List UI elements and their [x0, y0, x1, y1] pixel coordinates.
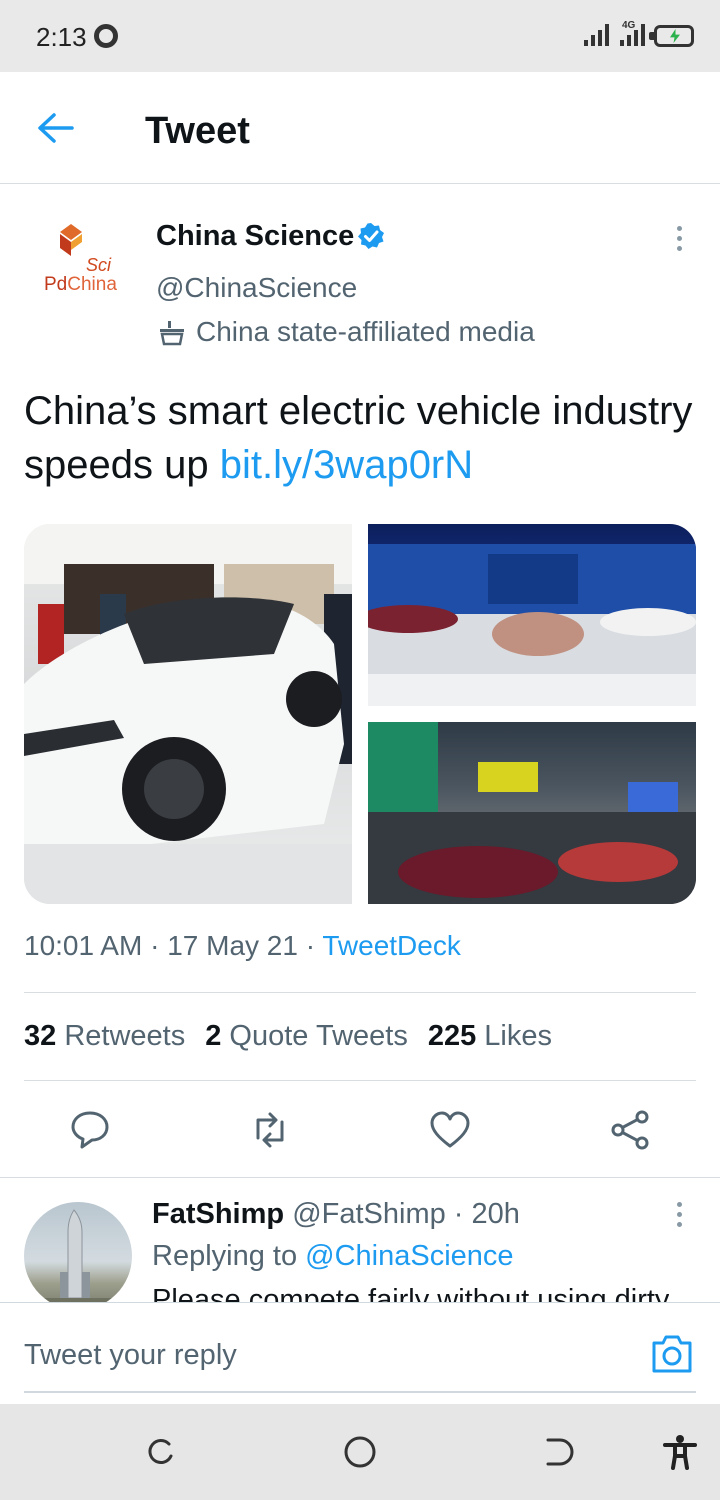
- affiliation-label[interactable]: China state-affiliated media: [196, 316, 535, 348]
- share-icon[interactable]: [608, 1108, 652, 1152]
- network-type: 4G: [622, 20, 636, 31]
- photo-crowded-hall[interactable]: [368, 722, 696, 904]
- photo-white-car[interactable]: [24, 524, 352, 904]
- quotes-label: Quote Tweets: [229, 1020, 408, 1052]
- timestamp-separator: ·: [142, 930, 168, 961]
- status-time: 2:13: [36, 22, 87, 52]
- tweet-date: 17 May 21: [167, 930, 298, 961]
- reply-separator: ·: [445, 1198, 472, 1230]
- page-title: Tweet: [145, 110, 250, 152]
- state-media-icon: [160, 321, 184, 346]
- replying-to: Replying to @ChinaScience: [152, 1240, 514, 1273]
- reply-more-options-icon[interactable]: [668, 1200, 692, 1230]
- media-grid: [24, 524, 696, 904]
- back-nav-icon[interactable]: [542, 1434, 578, 1470]
- retweets-stat[interactable]: 32 Retweets: [24, 1020, 185, 1052]
- reply-author: FatShimp @FatShimp · 20h: [152, 1198, 520, 1231]
- retweets-label: Retweets: [64, 1020, 186, 1052]
- white-car-illustration: [24, 524, 352, 904]
- app-header: Tweet: [0, 72, 720, 184]
- photo-auto-show-stage[interactable]: [368, 524, 696, 706]
- replying-to-mention[interactable]: @ChinaScience: [305, 1240, 513, 1272]
- rocket-avatar-illustration: [24, 1209, 132, 1310]
- timestamp-separator: ·: [297, 930, 323, 961]
- reply-author-handle[interactable]: @FatShimp: [292, 1198, 446, 1230]
- signal-icon: [584, 24, 618, 46]
- accessibility-icon[interactable]: [662, 1434, 698, 1470]
- reply-input-underline: [24, 1391, 696, 1393]
- pdchina-logo-icon: [60, 224, 82, 256]
- divider: [24, 992, 696, 993]
- tweet-link[interactable]: bit.ly/3wap0rN: [220, 443, 473, 487]
- author-avatar[interactable]: Sci PdChina: [36, 220, 120, 296]
- retweets-count: 32: [24, 1020, 57, 1052]
- reply-author-name[interactable]: FatShimp: [152, 1198, 284, 1230]
- quotes-count: 2: [205, 1020, 222, 1052]
- verified-badge-icon: [358, 223, 384, 249]
- crowded-hall-illustration: [368, 722, 696, 904]
- reply-icon[interactable]: [68, 1108, 112, 1152]
- tweet-source[interactable]: TweetDeck: [322, 930, 461, 961]
- likes-label: Likes: [484, 1020, 552, 1052]
- system-nav-bar: [0, 1404, 720, 1500]
- logo-china: China: [67, 274, 117, 295]
- author-name[interactable]: China Science: [156, 220, 354, 253]
- camera-icon[interactable]: [650, 1333, 694, 1375]
- auto-show-stage-illustration: [368, 544, 696, 706]
- likes-stat[interactable]: 225 Likes: [428, 1020, 552, 1052]
- status-bar: 2:13 4G: [0, 0, 720, 72]
- logo-pdchina-text: PdChina: [44, 274, 117, 296]
- reply-age: 20h: [471, 1198, 520, 1230]
- home-icon[interactable]: [342, 1434, 378, 1470]
- retweet-icon[interactable]: [248, 1108, 292, 1152]
- tweet-timestamp: 10:01 AM · 17 May 21 · TweetDeck: [24, 930, 461, 962]
- reply-compose-bar: Tweet your reply: [0, 1302, 720, 1404]
- tweet-time: 10:01 AM: [24, 930, 143, 961]
- tweet-stats: 32 Retweets 2 Quote Tweets 225 Likes: [24, 1020, 552, 1053]
- battery-icon: [649, 25, 694, 47]
- quotes-stat[interactable]: 2 Quote Tweets: [205, 1020, 408, 1052]
- section-divider: [0, 1177, 720, 1178]
- author-handle[interactable]: @ChinaScience: [156, 272, 357, 304]
- reply-text: Please compete fairly without using dirt…: [152, 1284, 670, 1302]
- like-heart-icon[interactable]: [428, 1108, 472, 1152]
- tweet-text: China’s smart electric vehicle industry …: [24, 384, 704, 492]
- likes-count: 225: [427, 1020, 477, 1052]
- divider: [24, 1080, 696, 1081]
- recent-apps-icon[interactable]: [142, 1434, 178, 1470]
- logo-sci-text: Sci: [86, 255, 112, 275]
- opera-icon: [94, 24, 118, 48]
- logo-pd: Pd: [44, 274, 68, 295]
- reply-input[interactable]: Tweet your reply: [24, 1339, 237, 1372]
- reply-avatar[interactable]: [24, 1202, 132, 1310]
- replying-prefix: Replying to: [152, 1240, 306, 1272]
- tweet-author: Sci PdChina China Science @ChinaScience …: [0, 184, 720, 374]
- back-arrow-icon[interactable]: [36, 112, 76, 144]
- more-options-icon[interactable]: [668, 224, 692, 254]
